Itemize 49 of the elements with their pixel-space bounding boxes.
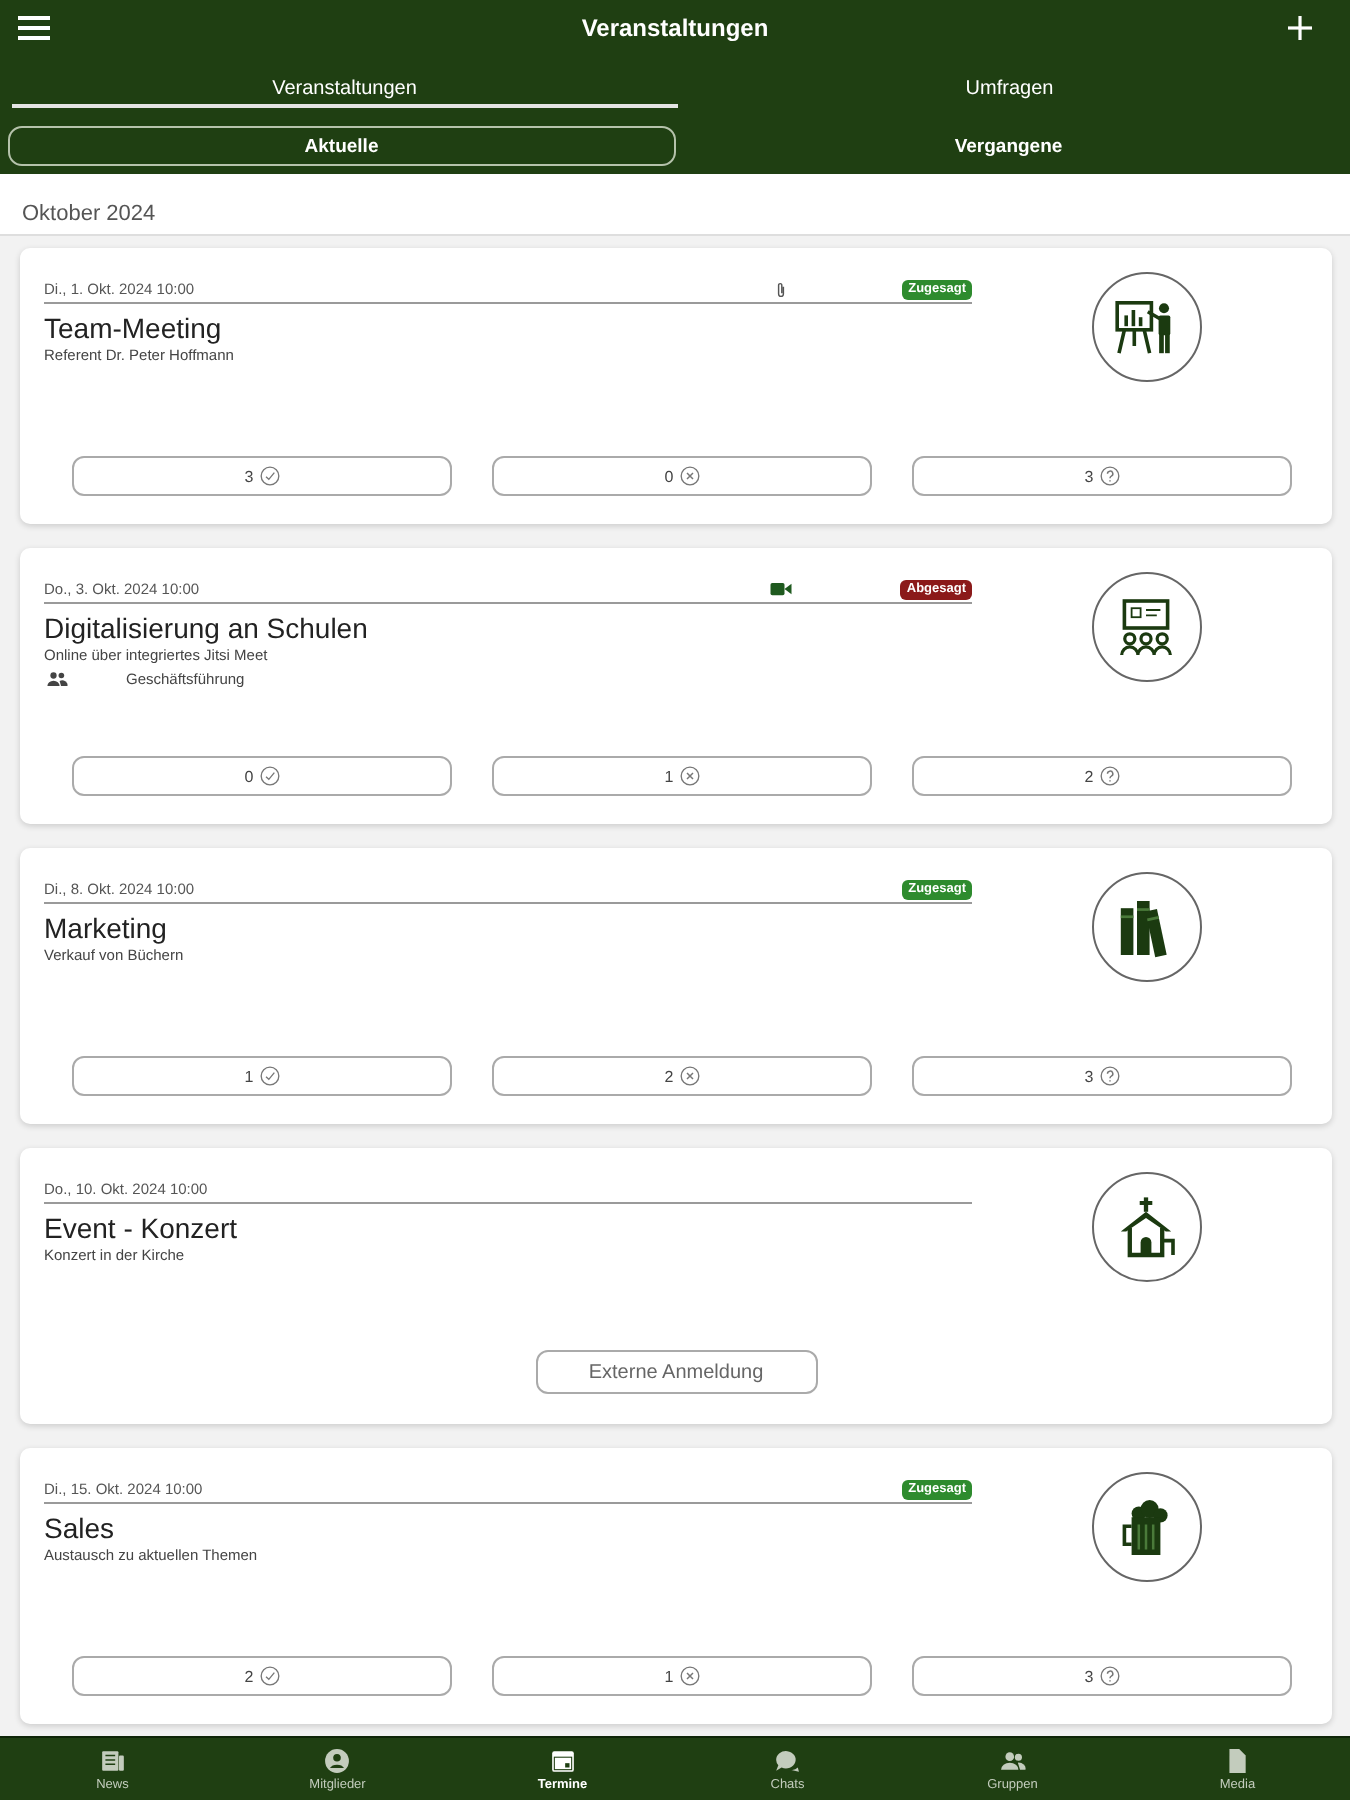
question-circle-icon	[1099, 766, 1120, 786]
response-count-button[interactable]: 1	[492, 1656, 872, 1696]
newspaper-icon	[99, 1748, 126, 1774]
church-icon	[1091, 1172, 1201, 1282]
external-signup-button[interactable]: Externe Anmeldung	[535, 1350, 817, 1394]
person-icon	[324, 1748, 351, 1774]
response-count-button[interactable]: 3	[912, 456, 1292, 496]
question-circle-icon	[1099, 466, 1120, 486]
event-title: Team-Meeting	[44, 312, 224, 346]
event-title: Marketing	[44, 912, 169, 946]
response-count-button[interactable]: 0	[72, 756, 452, 796]
filter-tab[interactable]: Aktuelle	[8, 126, 675, 166]
beer-mug-icon	[1091, 1472, 1201, 1582]
filter-tab[interactable]: Vergangene	[675, 126, 1342, 166]
event-title: Sales	[44, 1512, 117, 1546]
chat-icon	[774, 1748, 801, 1774]
tab[interactable]: Umfragen	[677, 56, 1342, 108]
classroom-icon	[1091, 572, 1201, 682]
response-count-button[interactable]: 2	[492, 1056, 872, 1096]
event-title: Event - Konzert	[44, 1212, 239, 1246]
x-circle-icon	[679, 1066, 700, 1086]
check-circle-icon	[259, 466, 280, 486]
people-icon	[999, 1748, 1026, 1774]
people-icon	[46, 672, 68, 686]
x-circle-icon	[679, 1666, 700, 1686]
event-title: Digitalisierung an Schulen	[44, 612, 370, 646]
response-count-button[interactable]: 1	[492, 756, 872, 796]
check-circle-icon	[259, 766, 280, 786]
response-count-button[interactable]: 3	[912, 1656, 1292, 1696]
x-circle-icon	[679, 766, 700, 786]
check-circle-icon	[259, 1066, 280, 1086]
response-count-button[interactable]: 3	[72, 456, 452, 496]
question-circle-icon	[1099, 1666, 1120, 1686]
response-count-button[interactable]: 0	[492, 456, 872, 496]
add-icon[interactable]	[1288, 16, 1312, 40]
document-icon	[1224, 1748, 1251, 1774]
check-circle-icon	[259, 1666, 280, 1686]
response-count-button[interactable]: 1	[72, 1056, 452, 1096]
question-circle-icon	[1099, 1066, 1120, 1086]
response-count-button[interactable]: 2	[912, 756, 1292, 796]
menu-icon[interactable]	[18, 16, 50, 40]
calendar-icon	[549, 1748, 576, 1774]
x-circle-icon	[679, 466, 700, 486]
tab[interactable]: Veranstaltungen	[12, 56, 677, 108]
presentation-icon	[1091, 272, 1201, 382]
page-title: Veranstaltungen	[581, 14, 769, 42]
books-icon	[1091, 872, 1201, 982]
response-count-button[interactable]: 3	[912, 1056, 1292, 1096]
response-count-button[interactable]: 2	[72, 1656, 452, 1696]
